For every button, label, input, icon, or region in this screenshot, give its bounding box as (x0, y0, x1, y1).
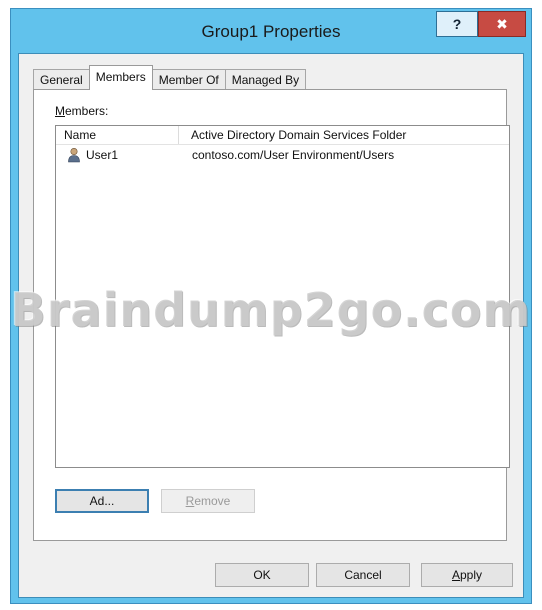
add-button[interactable]: Ad... (55, 489, 149, 513)
tab-member-of[interactable]: Member Of (151, 69, 226, 90)
members-label-text: embers: (65, 104, 109, 118)
tab-strip: General Members Member Of Managed By (33, 64, 307, 90)
cancel-button[interactable]: Cancel (316, 563, 410, 587)
help-button[interactable]: ? (436, 11, 478, 37)
close-button[interactable]: ✖ (478, 11, 526, 37)
member-name-cell: User1 (66, 146, 118, 164)
apply-button[interactable]: Apply (421, 563, 513, 587)
tab-managed-by[interactable]: Managed By (224, 69, 307, 90)
column-header-folder[interactable]: Active Directory Domain Services Folder (183, 126, 503, 144)
remove-label-mnemonic: R (185, 494, 195, 508)
title-bar[interactable]: Group1 Properties ? ✖ (11, 9, 531, 55)
dialog-client-area: General Members Member Of Managed By Mem… (18, 53, 524, 598)
column-header-name[interactable]: Name (56, 126, 179, 144)
members-tab-panel: Members: Name Active Directory Domain Se… (33, 89, 510, 541)
remove-button[interactable]: Remove (161, 489, 255, 513)
add-label-pre: A (89, 494, 98, 508)
members-list[interactable]: Name Active Directory Domain Services Fo… (55, 125, 510, 468)
apply-label-mnemonic: A (451, 568, 460, 582)
member-name: User1 (86, 148, 119, 162)
apply-label-rest: pply (460, 568, 483, 582)
list-header: Name Active Directory Domain Services Fo… (56, 126, 509, 145)
list-item[interactable]: User1 contoso.com/User Environment/Users (56, 146, 509, 164)
add-label-post: d... (97, 494, 115, 508)
tab-members[interactable]: Members (88, 65, 153, 90)
members-label-mnemonic: M (55, 104, 65, 118)
remove-label-rest: emove (194, 494, 231, 508)
tab-general[interactable]: General (33, 69, 90, 90)
user-icon (68, 147, 80, 163)
properties-dialog: Group1 Properties ? ✖ General Members Me… (10, 8, 532, 604)
members-label: Members: (55, 104, 108, 118)
ok-button[interactable]: OK (215, 563, 309, 587)
member-folder: contoso.com/User Environment/Users (192, 148, 395, 162)
